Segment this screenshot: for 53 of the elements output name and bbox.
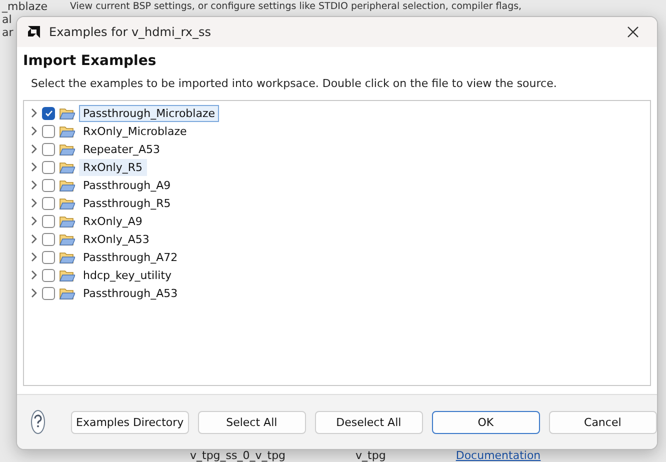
checkbox[interactable]: [42, 232, 55, 246]
folder-icon: [59, 286, 75, 300]
folder-icon: [59, 106, 75, 120]
tree-item[interactable]: RxOnly_R5: [79, 158, 146, 176]
folder-icon: [59, 160, 75, 174]
background-text: _mblaze: [0, 0, 48, 13]
checkbox[interactable]: [42, 268, 55, 282]
checkbox[interactable]: [42, 214, 55, 228]
tree-item[interactable]: hdcp_key_utility: [79, 266, 176, 284]
table-cell: v_tpg: [356, 449, 386, 462]
logo-icon: [27, 25, 41, 39]
folder-icon: [59, 232, 75, 246]
dialog-button[interactable]: Select All: [198, 410, 306, 434]
checkbox[interactable]: [42, 250, 55, 264]
folder-icon: [59, 178, 75, 192]
dialog-button[interactable]: Deselect All: [314, 410, 423, 434]
checkbox[interactable]: [42, 160, 55, 174]
help-button[interactable]: [31, 410, 45, 434]
folder-icon: [59, 196, 75, 210]
close-icon[interactable]: [627, 26, 639, 38]
checkbox[interactable]: [42, 196, 55, 210]
dialog-button[interactable]: Examples Directory: [71, 410, 189, 434]
help-icon[interactable]: [32, 414, 44, 428]
folder-icon: [59, 124, 75, 138]
checkbox[interactable]: [42, 142, 55, 156]
dialog-button[interactable]: OK: [432, 410, 540, 434]
background-text: al: [1, 13, 12, 26]
folder-icon: [59, 268, 75, 282]
tree-item[interactable]: Passthrough_A72: [79, 248, 182, 266]
checkbox[interactable]: [42, 124, 55, 138]
folder-icon: [59, 214, 75, 228]
tree-item[interactable]: Passthrough_A53: [79, 284, 182, 302]
background-text: ar: [1, 26, 14, 39]
documentation-link[interactable]: Documentation: [456, 449, 541, 462]
tree-item[interactable]: RxOnly_A53: [79, 230, 154, 248]
checkbox[interactable]: [42, 178, 55, 192]
tree-item[interactable]: Passthrough_R5: [79, 194, 175, 212]
tree-item[interactable]: Passthrough_Microblaze: [79, 104, 219, 122]
checkbox[interactable]: [42, 106, 55, 120]
checkmark-icon: [44, 110, 52, 116]
checkbox[interactable]: [42, 286, 55, 300]
background-text: View current BSP settings, or configure settings like STDIO peripheral selection, compiler flags,: [70, 1, 522, 12]
dialog-heading: Import Examples: [23, 53, 158, 69]
tree-item[interactable]: RxOnly_A9: [79, 212, 146, 230]
folder-icon: [59, 250, 75, 264]
dialog-button[interactable]: Cancel: [548, 410, 657, 434]
tree-item[interactable]: Repeater_A53: [79, 140, 164, 158]
folder-icon: [59, 142, 75, 156]
tree-item[interactable]: Passthrough_A9: [79, 176, 175, 194]
table-cell: v_tpg_ss_0_v_tpg: [190, 449, 286, 462]
window-title: Examples for v_hdmi_rx_ss: [49, 25, 212, 39]
dialog-description: Select the examples to be imported into workpsace. Double click on the file to view the source.: [30, 77, 558, 90]
tree-item[interactable]: RxOnly_Microblaze: [79, 122, 191, 140]
